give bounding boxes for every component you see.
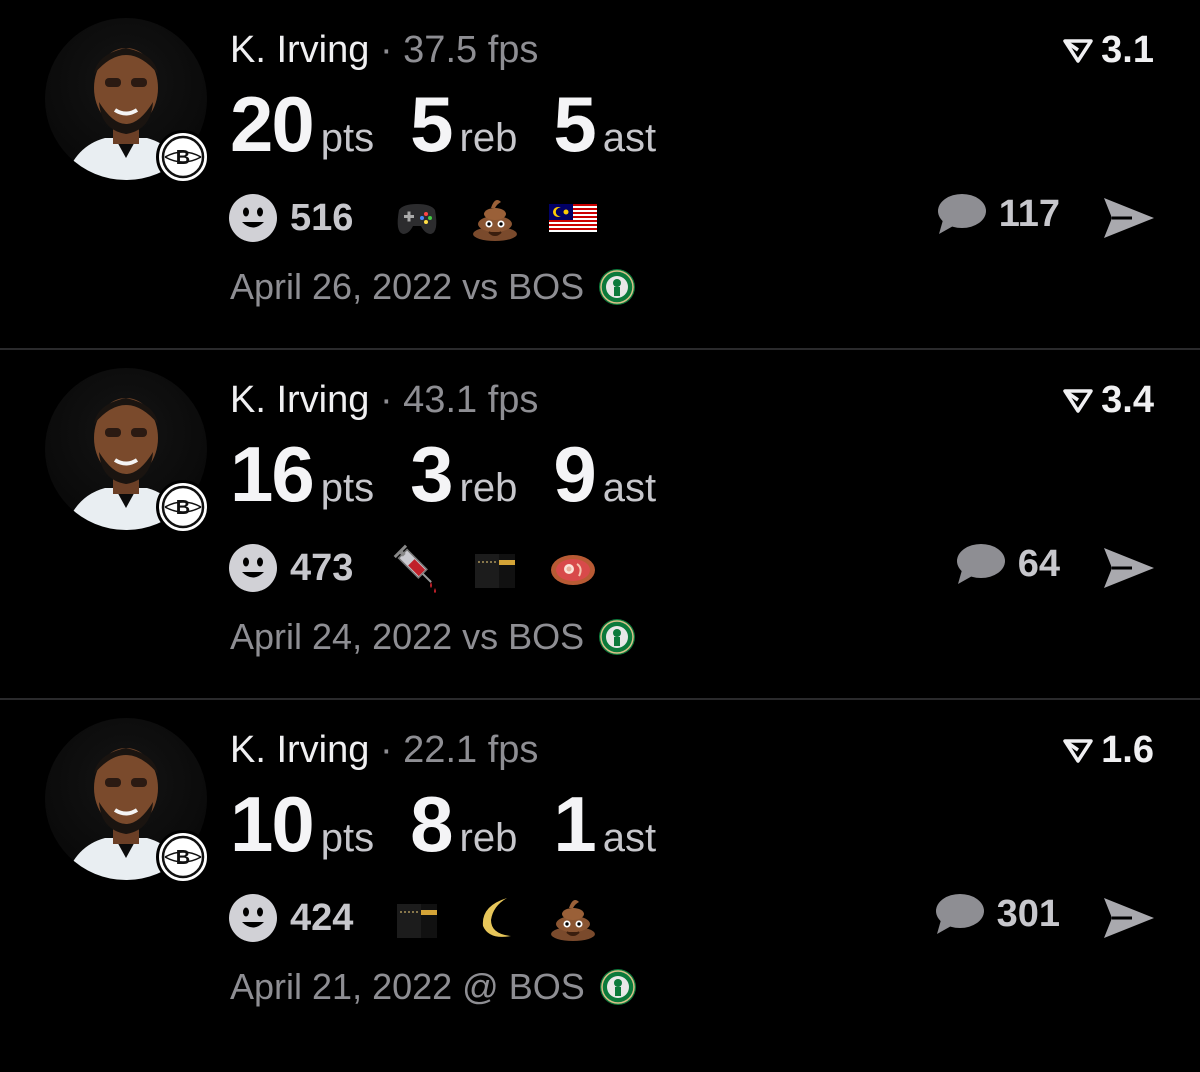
svg-text:B: B: [176, 847, 190, 869]
points-value: 10: [230, 780, 315, 868]
send-icon: [1104, 198, 1154, 238]
share-button[interactable]: [1102, 196, 1156, 245]
card-title: K. Irving · 22.1 fps: [230, 728, 538, 772]
comments-button[interactable]: 64: [954, 542, 1060, 586]
game-date-text: April 24, 2022 vs BOS: [230, 616, 585, 657]
points-value: 20: [230, 80, 315, 168]
rating-badge: 1.6: [1063, 728, 1154, 772]
rating-icon: [1063, 389, 1093, 413]
stat-line: 16 pts 3 reb 9 ast: [230, 432, 692, 516]
fps-value: 22.1 fps: [403, 729, 539, 771]
smiley-reaction-icon[interactable]: [228, 193, 278, 243]
nets-logo-icon: B: [156, 130, 210, 184]
send-icon: [1104, 548, 1154, 588]
points-label: pts: [320, 466, 375, 510]
assists-label: ast: [602, 816, 657, 860]
svg-text:B: B: [176, 497, 190, 519]
fps-value: 43.1 fps: [403, 379, 539, 421]
stat-line: 20 pts 5 reb 5 ast: [230, 82, 692, 166]
assists-label: ast: [602, 466, 657, 510]
rating-value: 3.1: [1101, 29, 1154, 71]
rebounds-label: reb: [459, 116, 518, 160]
reactions-row: 473: [228, 542, 625, 594]
comments-button[interactable]: 117: [935, 192, 1060, 236]
rating-badge: 3.1: [1063, 28, 1154, 72]
card-title: K. Irving · 37.5 fps: [230, 28, 538, 72]
video-game-icon[interactable]: [391, 192, 443, 244]
game-feed: B K. Irving · 37.5 fps 3.1 20 pts 5 reb …: [0, 0, 1200, 1068]
nets-logo-icon: B: [156, 830, 210, 884]
syringe-icon[interactable]: [391, 542, 443, 594]
game-card[interactable]: B K. Irving · 37.5 fps 3.1 20 pts 5 reb …: [0, 0, 1200, 350]
title-separator: ·: [379, 379, 393, 421]
smiley-reaction-icon[interactable]: [228, 893, 278, 943]
rebounds-label: reb: [459, 816, 518, 860]
game-date-text: April 26, 2022 vs BOS: [230, 266, 585, 307]
rebounds-value: 3: [410, 430, 453, 518]
poop-icon[interactable]: [469, 192, 521, 244]
points-label: pts: [320, 816, 375, 860]
svg-text:B: B: [176, 147, 190, 169]
title-separator: ·: [379, 729, 393, 771]
reactions-row: 424: [228, 892, 625, 944]
rating-badge: 3.4: [1063, 378, 1154, 422]
points-value: 16: [230, 430, 315, 518]
game-date[interactable]: April 21, 2022 @ BOS: [230, 966, 637, 1008]
kaaba-icon[interactable]: [391, 892, 443, 944]
comments-button[interactable]: 301: [933, 892, 1060, 936]
kaaba-icon[interactable]: [469, 542, 521, 594]
player-name[interactable]: K. Irving: [230, 29, 369, 71]
comment-count: 64: [1017, 542, 1060, 585]
game-date-text: April 21, 2022 @ BOS: [230, 966, 585, 1007]
reaction-count: 473: [290, 546, 354, 589]
crescent-moon-icon[interactable]: [469, 892, 521, 944]
rating-icon: [1063, 39, 1093, 63]
game-card[interactable]: B K. Irving · 43.1 fps 3.4 16 pts 3 reb …: [0, 350, 1200, 700]
reaction-count: 516: [290, 196, 354, 239]
comment-bubble-icon: [937, 194, 986, 234]
poop-icon[interactable]: [547, 892, 599, 944]
comment-count: 301: [996, 892, 1060, 935]
rating-value: 1.6: [1101, 729, 1154, 771]
rebounds-label: reb: [459, 466, 518, 510]
celtics-logo-icon: [599, 969, 636, 1005]
assists-value: 5: [553, 80, 596, 168]
nets-logo-icon: B: [156, 480, 210, 534]
game-card[interactable]: B K. Irving · 22.1 fps 1.6 10 pts 8 reb …: [0, 700, 1200, 1068]
player-name[interactable]: K. Irving: [230, 379, 369, 421]
rating-value: 3.4: [1101, 379, 1154, 421]
rebounds-value: 5: [410, 80, 453, 168]
assists-value: 1: [553, 780, 596, 868]
assists-label: ast: [602, 116, 657, 160]
comment-bubble-icon: [956, 544, 1005, 584]
share-button[interactable]: [1102, 546, 1156, 595]
title-separator: ·: [379, 29, 393, 71]
smiley-reaction-icon[interactable]: [228, 543, 278, 593]
reaction-count: 424: [290, 896, 354, 939]
reactions-row: 516: [228, 192, 625, 244]
celtics-logo-icon: [599, 619, 636, 655]
malaysia-flag-icon[interactable]: [547, 192, 599, 244]
rating-icon: [1063, 739, 1093, 763]
share-button[interactable]: [1102, 896, 1156, 945]
meat-icon[interactable]: [547, 542, 599, 594]
send-icon: [1104, 898, 1154, 938]
rebounds-value: 8: [410, 780, 453, 868]
points-label: pts: [320, 116, 375, 160]
assists-value: 9: [553, 430, 596, 518]
card-title: K. Irving · 43.1 fps: [230, 378, 538, 422]
fps-value: 37.5 fps: [403, 29, 539, 71]
game-date[interactable]: April 26, 2022 vs BOS: [230, 266, 636, 308]
celtics-logo-icon: [599, 269, 636, 305]
game-date[interactable]: April 24, 2022 vs BOS: [230, 616, 636, 658]
comment-bubble-icon: [935, 894, 984, 934]
stat-line: 10 pts 8 reb 1 ast: [230, 782, 692, 866]
player-name[interactable]: K. Irving: [230, 729, 369, 771]
comment-count: 117: [998, 192, 1060, 235]
